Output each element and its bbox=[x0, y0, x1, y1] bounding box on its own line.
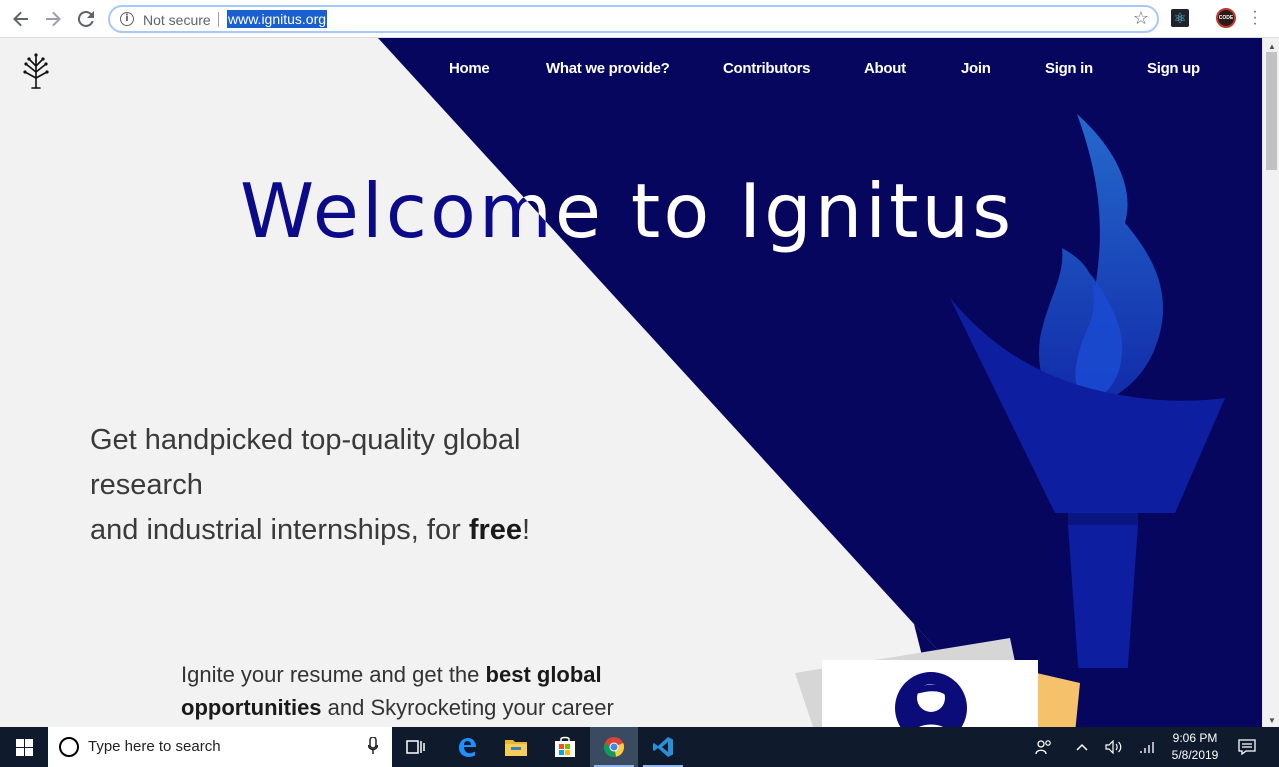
omnibox-divider bbox=[218, 12, 219, 27]
tagline-free-emphasis: free bbox=[468, 514, 523, 546]
taskbar-file-explorer[interactable] bbox=[492, 727, 540, 767]
forward-button[interactable] bbox=[41, 7, 65, 31]
microphone-icon[interactable] bbox=[368, 737, 378, 755]
windows-logo-icon bbox=[15, 738, 33, 756]
network-button[interactable] bbox=[1135, 727, 1161, 767]
start-button[interactable] bbox=[0, 727, 48, 767]
reload-button[interactable] bbox=[74, 7, 98, 31]
subtext-opportunities: opportunities bbox=[181, 695, 322, 720]
subtext-line-2-text: and Skyrocketing your career bbox=[321, 695, 614, 720]
wifi-icon bbox=[1140, 742, 1154, 753]
scroll-up-arrow-icon[interactable]: ▲ bbox=[1268, 42, 1276, 51]
browser-toolbar: i Not secure www.ignitus.org ☆ ⚛ CODE · ·… bbox=[0, 0, 1279, 38]
hero-subtext: Ignite your resume and get the best glob… bbox=[181, 658, 651, 724]
volume-button[interactable] bbox=[1101, 727, 1127, 767]
taskbar-store[interactable] bbox=[541, 727, 589, 767]
chevron-up-icon bbox=[1076, 743, 1088, 751]
cortana-icon bbox=[59, 737, 79, 757]
subtext-line-2: opportunities and Skyrocketing your care… bbox=[181, 691, 651, 724]
taskbar-edge[interactable] bbox=[443, 727, 491, 767]
people-icon bbox=[1035, 740, 1051, 755]
tagline-exclamation: ! bbox=[522, 514, 531, 546]
scroll-down-arrow-icon[interactable]: ▼ bbox=[1268, 716, 1276, 725]
action-center-button[interactable] bbox=[1234, 727, 1260, 767]
taskbar-clock[interactable]: 9:06 PM 5/8/2019 bbox=[1162, 730, 1228, 764]
clock-date: 5/8/2019 bbox=[1171, 748, 1219, 762]
subtext-best-global: best global bbox=[485, 662, 602, 687]
hero-tagline: Get handpicked top-quality global resear… bbox=[90, 418, 610, 553]
browser-menu-icon[interactable]: · · · bbox=[1251, 4, 1259, 32]
store-icon bbox=[555, 736, 575, 757]
show-hidden-icons-button[interactable] bbox=[1070, 727, 1094, 767]
arrow-left-icon bbox=[13, 11, 28, 27]
info-icon[interactable]: i bbox=[120, 12, 134, 26]
edge-icon bbox=[459, 738, 476, 757]
task-view-button[interactable] bbox=[392, 727, 440, 767]
tagline-line-2: research bbox=[90, 469, 203, 501]
arrow-right-icon bbox=[46, 11, 61, 27]
chrome-icon bbox=[603, 737, 625, 758]
react-devtools-icon[interactable]: ⚛ bbox=[1171, 9, 1189, 27]
windows-taskbar: Type here to search 9:06 PM 5/8/2019 bbox=[0, 727, 1279, 767]
taskbar-vscode[interactable] bbox=[639, 727, 687, 767]
tagline-line-1: Get handpicked top-quality global bbox=[90, 424, 521, 456]
subtext-line-1: Ignite your resume and get the best glob… bbox=[181, 658, 651, 691]
webpage: Home What we provide? Contributors About… bbox=[0, 38, 1262, 727]
security-label[interactable]: Not secure bbox=[143, 12, 211, 28]
task-view-icon bbox=[406, 740, 425, 754]
star-icon[interactable]: ☆ bbox=[1133, 8, 1149, 29]
clock-time: 9:06 PM bbox=[1172, 731, 1218, 745]
back-button[interactable] bbox=[9, 7, 33, 31]
address-bar[interactable]: i Not secure www.ignitus.org ☆ bbox=[108, 5, 1159, 33]
folder-icon bbox=[505, 740, 527, 756]
speaker-icon bbox=[1105, 740, 1122, 754]
subtext-line-1-text: Ignite your resume and get the bbox=[181, 662, 486, 687]
taskbar-search-placeholder: Type here to search bbox=[88, 738, 221, 755]
code-profile-icon[interactable]: CODE bbox=[1216, 8, 1236, 28]
people-button[interactable] bbox=[1030, 727, 1058, 767]
taskbar-search-box[interactable]: Type here to search bbox=[48, 727, 392, 767]
url-text[interactable]: www.ignitus.org bbox=[227, 10, 328, 28]
scroll-thumb[interactable] bbox=[1266, 52, 1277, 170]
notification-icon bbox=[1238, 739, 1256, 755]
vscode-icon bbox=[653, 737, 673, 757]
page-scrollbar[interactable]: ▲ ▼ bbox=[1262, 38, 1279, 727]
tagline-line-3-text: and industrial internships, for bbox=[90, 514, 469, 546]
taskbar-chrome[interactable] bbox=[590, 727, 638, 767]
tagline-line-3: and industrial internships, for free! bbox=[90, 508, 610, 553]
reload-icon bbox=[78, 11, 94, 27]
